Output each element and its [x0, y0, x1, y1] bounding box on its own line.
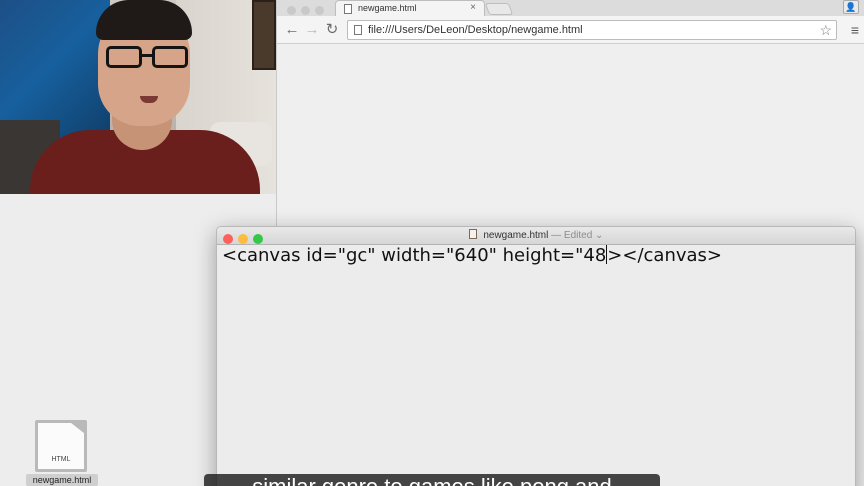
tab-newgame[interactable]: newgame.html × — [335, 0, 485, 16]
profile-icon[interactable]: 👤 — [843, 0, 859, 14]
editor-titlebar[interactable]: newgame.html — Edited ⌄ — [217, 227, 855, 245]
page-icon — [354, 25, 362, 35]
wall-picture — [252, 0, 276, 70]
minimize-button[interactable] — [301, 6, 310, 15]
video-caption: similar genre to games like pong and — [204, 474, 660, 486]
text-editor-window: newgame.html — Edited ⌄ <canvas id="gc" … — [216, 226, 856, 486]
webcam-overlay — [0, 0, 276, 194]
edited-status[interactable]: — Edited ⌄ — [551, 230, 603, 241]
file-type-label: HTML — [51, 456, 71, 463]
bookmark-star-icon[interactable]: ☆ — [819, 21, 832, 39]
file-name-label: newgame.html — [26, 474, 98, 486]
html-file-icon: HTML — [35, 420, 87, 472]
presenter-hair — [96, 0, 192, 40]
code-line-after-caret: ></canvas> — [607, 245, 723, 266]
editor-filename: newgame.html — [483, 230, 549, 241]
close-button[interactable] — [287, 6, 296, 15]
desktop-file-newgame[interactable]: HTML newgame.html — [26, 418, 98, 486]
browser-toolbar: ← → ↻ file:///Users/DeLeon/Desktop/newga… — [277, 16, 864, 44]
code-text-area[interactable]: <canvas id="gc" width="640" height="48><… — [217, 245, 855, 486]
forward-icon[interactable]: → — [303, 21, 321, 39]
presenter-glasses — [104, 46, 192, 68]
url-text: file:///Users/DeLeon/Desktop/newgame.htm… — [368, 24, 583, 36]
tab-close-icon[interactable]: × — [470, 1, 476, 15]
document-icon — [344, 4, 352, 14]
tab-title: newgame.html — [358, 3, 417, 13]
code-line-before-caret: <canvas id="gc" width="640" height="48 — [222, 245, 607, 266]
address-bar[interactable]: file:///Users/DeLeon/Desktop/newgame.htm… — [347, 20, 837, 40]
editor-title: newgame.html — Edited ⌄ — [217, 227, 855, 245]
zoom-button[interactable] — [315, 6, 324, 15]
new-tab-button[interactable] — [484, 3, 514, 15]
reload-icon[interactable]: ↻ — [323, 21, 341, 39]
document-icon — [468, 229, 477, 239]
menu-icon[interactable]: ≡ — [851, 22, 859, 38]
back-icon[interactable]: ← — [283, 21, 301, 39]
tab-strip: newgame.html × 👤 — [277, 0, 864, 16]
